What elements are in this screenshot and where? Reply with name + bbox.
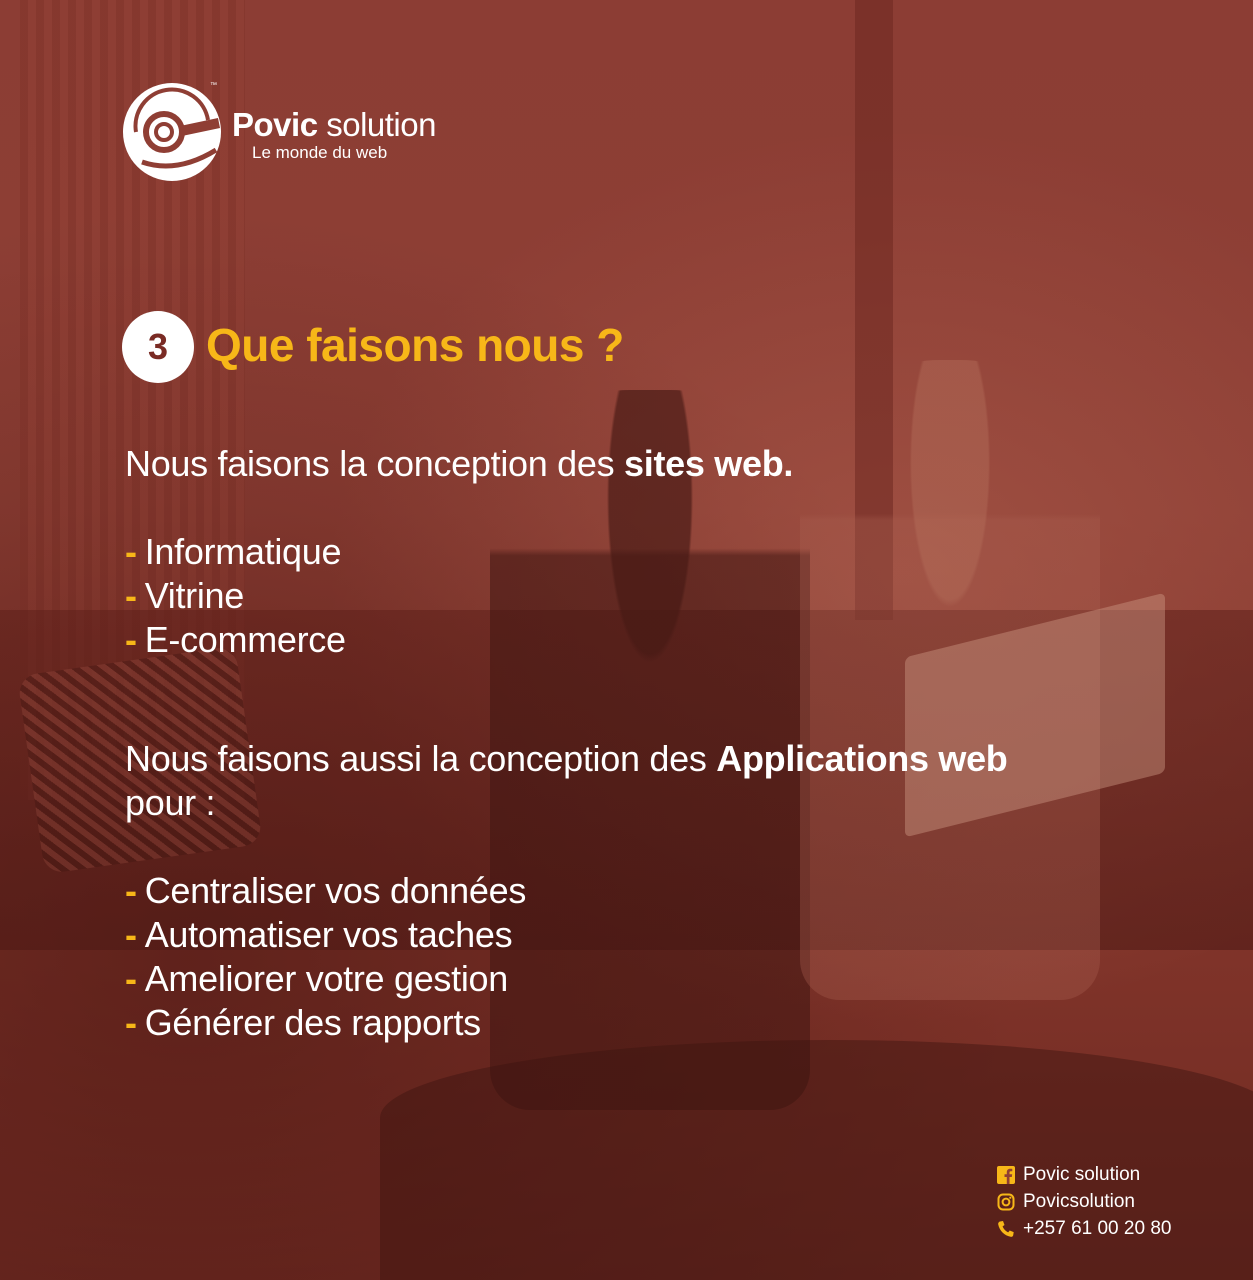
phone-contact[interactable]: +257 61 00 20 80	[997, 1215, 1171, 1242]
apps-paragraph: Nous faisons aussi la conception des App…	[125, 737, 1045, 825]
phone-label: +257 61 00 20 80	[1023, 1217, 1172, 1239]
trademark: ™	[210, 82, 217, 89]
list-item-text: Centraliser vos données	[144, 870, 527, 911]
brand-name: Povic solution	[232, 106, 436, 144]
section-title: Que faisons nous ?	[206, 319, 624, 371]
bullet-dash: -	[125, 575, 137, 616]
phone-icon	[998, 1220, 1014, 1237]
coffee-table	[380, 1040, 1253, 1280]
list-item-text: Générer des rapports	[144, 1002, 481, 1043]
site-types-list: - Informatique - Vitrine - E-commerce	[125, 530, 346, 662]
contact-info: Povic solution Povicsolution +257 61 00 …	[997, 1161, 1171, 1242]
intro-paragraph: Nous faisons la conception des sites web…	[125, 442, 793, 486]
facebook-contact[interactable]: Povic solution	[997, 1161, 1171, 1188]
bullet-dash: -	[125, 531, 137, 572]
instagram-label: Povicsolution	[1023, 1190, 1135, 1212]
bullet-dash: -	[125, 958, 137, 999]
logo-mark-icon	[123, 83, 221, 181]
list-item-text: Informatique	[144, 531, 342, 572]
list-item: - Informatique	[125, 530, 346, 574]
bullet-dash: -	[125, 619, 137, 660]
section-number-badge: 3	[122, 311, 194, 383]
apps-text-before: Nous faisons aussi la conception des	[125, 738, 717, 779]
brand-name-bold: Povic	[232, 106, 318, 143]
facebook-icon	[997, 1165, 1015, 1184]
list-item: - E-commerce	[125, 618, 346, 662]
list-item: - Centraliser vos données	[125, 869, 526, 913]
bullet-dash: -	[125, 914, 137, 955]
apps-text-after: pour :	[125, 782, 216, 823]
list-item: - Générer des rapports	[125, 1001, 526, 1045]
brand-logo: ™ Povic solution Le monde du web	[122, 82, 462, 186]
brand-tagline: Le monde du web	[252, 143, 388, 162]
list-item-text: Automatiser vos taches	[144, 914, 513, 955]
instagram-icon	[997, 1193, 1015, 1210]
list-item: - Automatiser vos taches	[125, 913, 526, 957]
list-item-text: E-commerce	[144, 619, 346, 660]
brand-name-light: solution	[326, 106, 436, 143]
instagram-contact[interactable]: Povicsolution	[997, 1188, 1171, 1215]
list-item: - Ameliorer votre gestion	[125, 957, 526, 1001]
facebook-label: Povic solution	[1023, 1163, 1141, 1185]
apps-highlight: Applications web	[716, 738, 1008, 779]
list-item-text: Vitrine	[144, 575, 245, 616]
app-benefits-list: - Centraliser vos données - Automatiser vo…	[125, 869, 526, 1045]
list-item-text: Ameliorer votre gestion	[144, 958, 509, 999]
bullet-dash: -	[125, 870, 137, 911]
intro-highlight: sites web.	[624, 443, 794, 484]
bullet-dash: -	[125, 1002, 137, 1043]
list-item: - Vitrine	[125, 574, 346, 618]
intro-text: Nous faisons la conception des	[125, 443, 625, 484]
